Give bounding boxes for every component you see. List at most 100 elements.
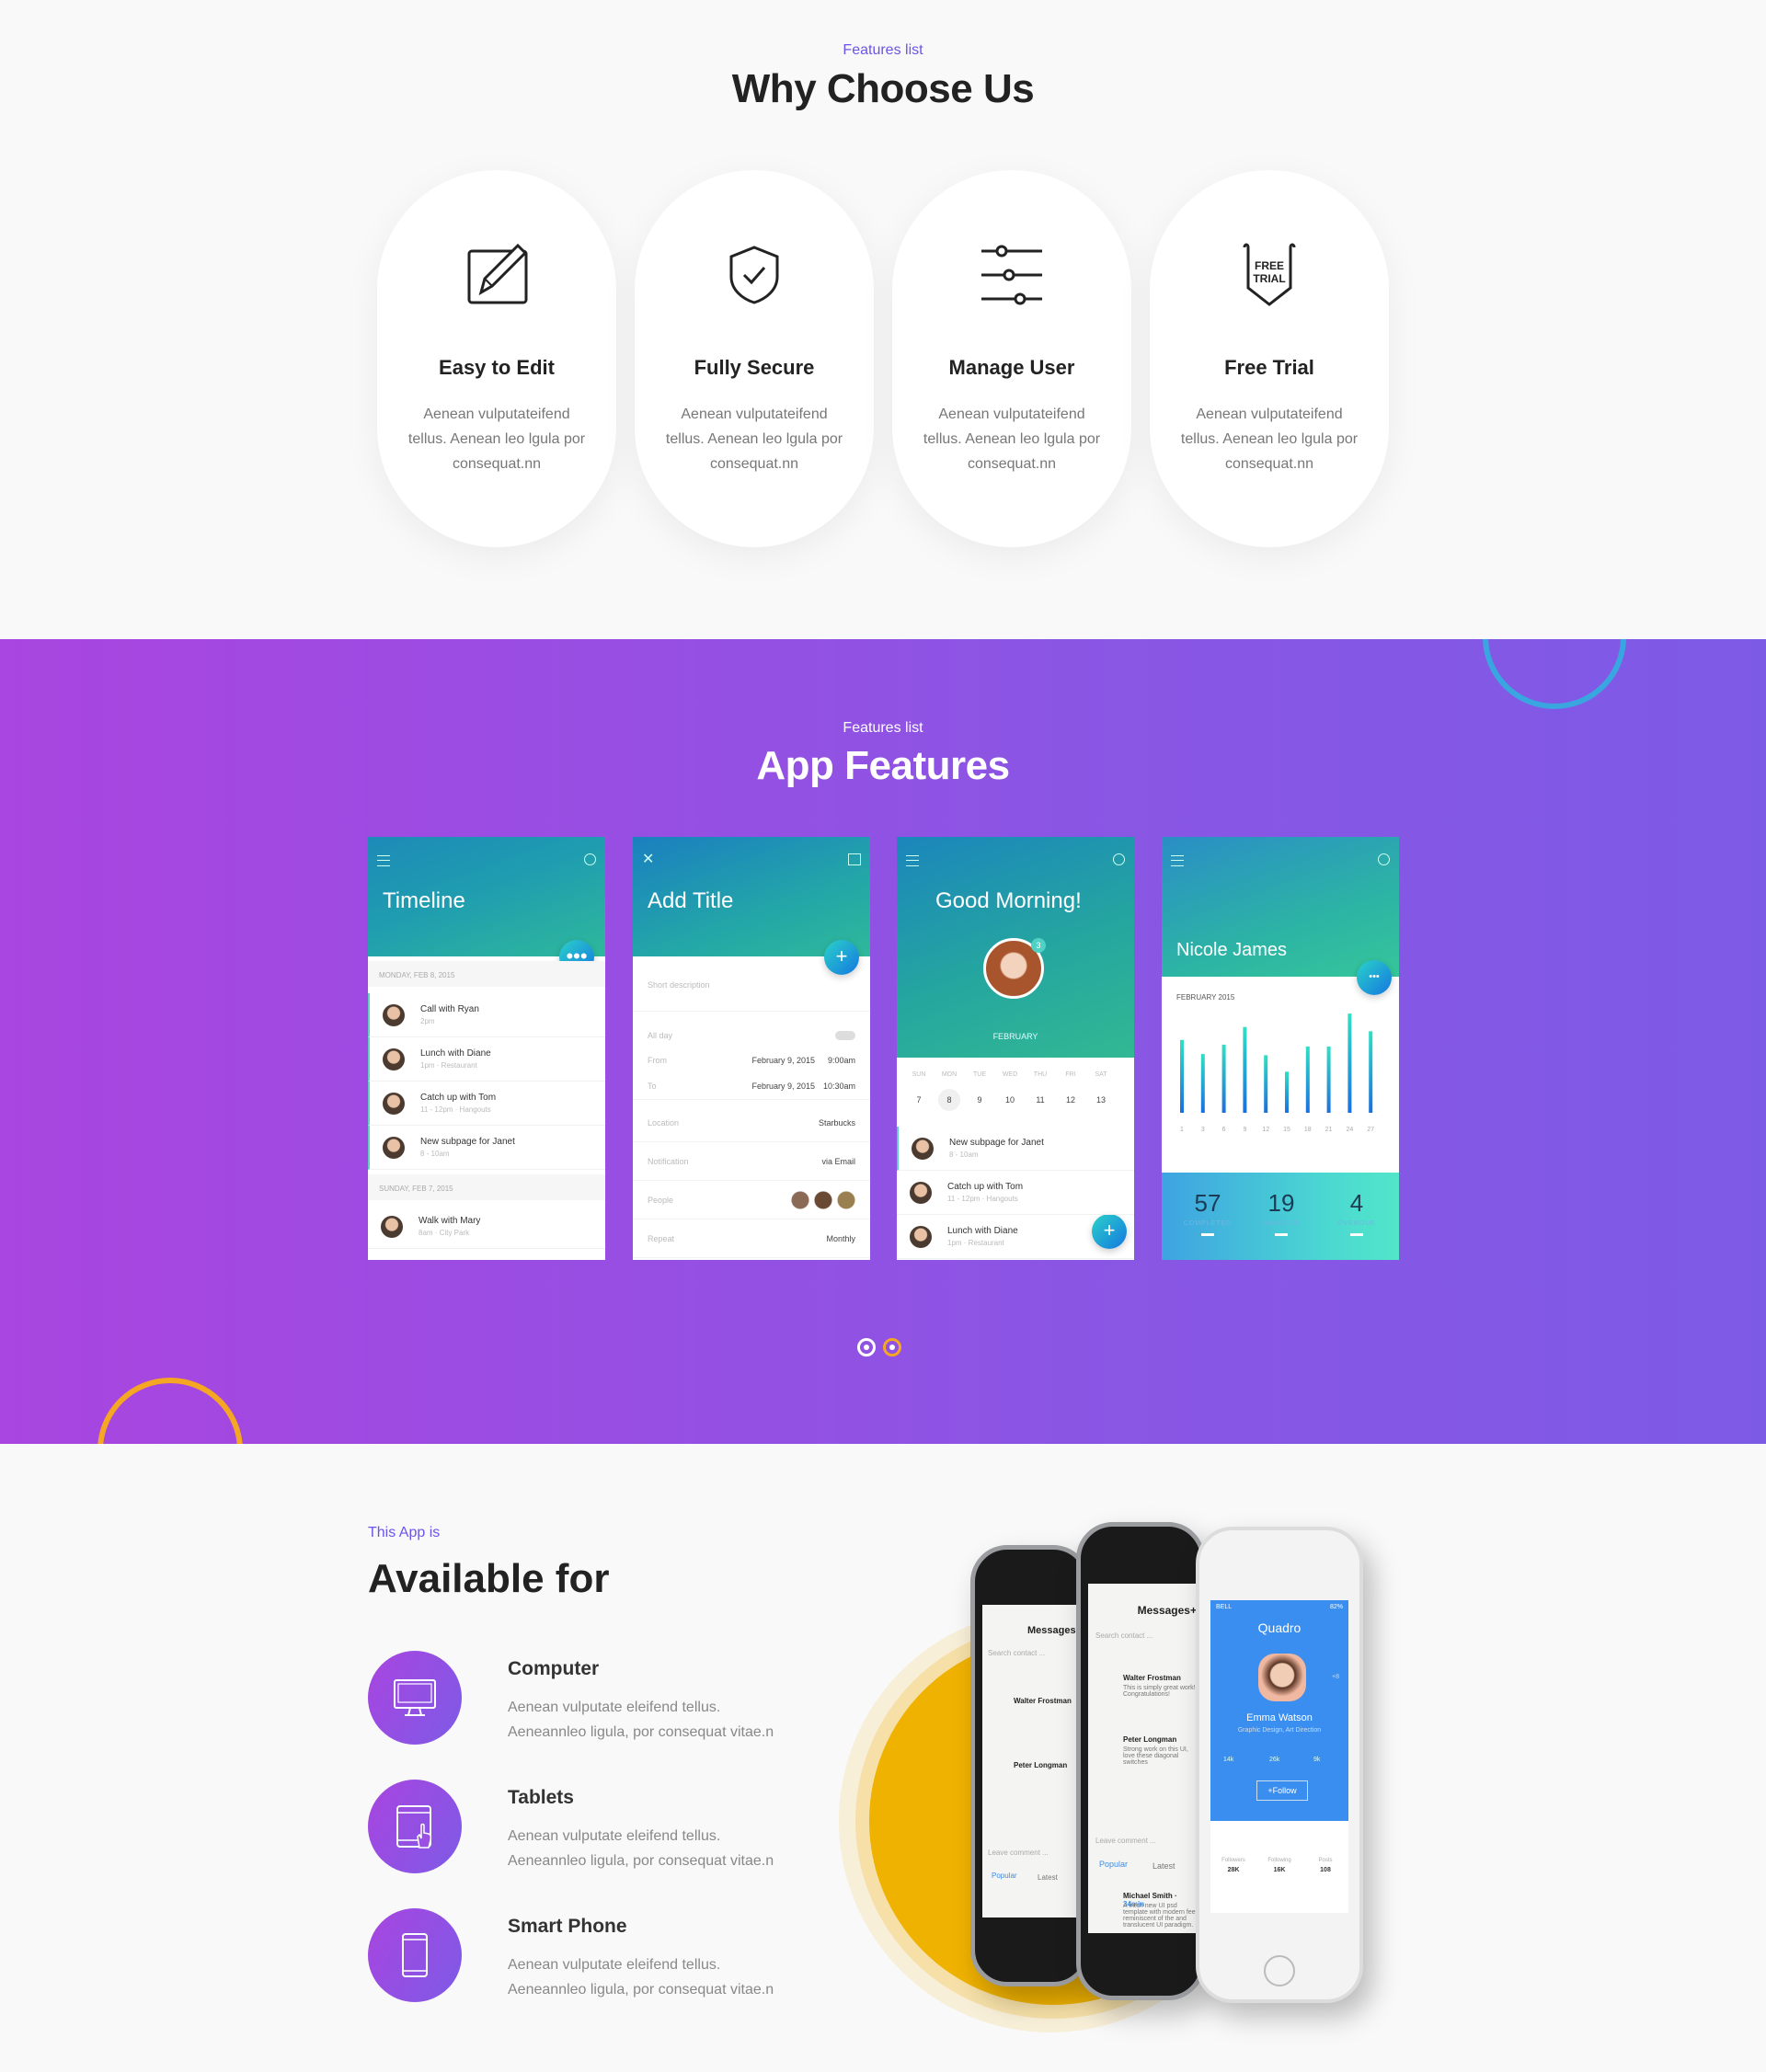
screenshot-calendar: Good Morning! 3 FEBRUARY + SUN 7 MON 8 TUE 9 W… bbox=[897, 837, 1134, 1260]
device-text: Aenean vulputate eleifend tellus. Aeneann… bbox=[508, 1828, 774, 1869]
svg-text:FREE: FREE bbox=[1255, 259, 1284, 272]
section-eyebrow: Features list bbox=[843, 720, 923, 736]
weekday-label: WED bbox=[1002, 1071, 1018, 1078]
screen-title: Timeline bbox=[383, 888, 465, 913]
menu-icon bbox=[1171, 855, 1184, 866]
section-eyebrow: This App is bbox=[368, 1525, 441, 1540]
day-label: SUNDAY, FEB 7, 2015 bbox=[368, 1174, 605, 1200]
screen-title: Good Morning! bbox=[935, 888, 1082, 913]
screenshot-stats: Nicole James ••• FEBRUARY 2015 1 3 6 9 12 15 1… bbox=[1162, 837, 1399, 1260]
screenshot-timeline: Timeline ••• MONDAY, FEB 8, 2015 SUNDAY,… bbox=[368, 837, 605, 1260]
tablet-touch-icon bbox=[396, 1805, 432, 1849]
image-icon bbox=[848, 853, 861, 865]
stats-panel: 57 COMPLETED 19 SNOOZED 4 OVERDUE bbox=[1162, 1173, 1399, 1260]
chart-bar bbox=[1347, 1013, 1352, 1113]
calendar-date[interactable]: 8 bbox=[938, 1089, 960, 1111]
weekday-label: TUE bbox=[973, 1071, 986, 1078]
feature-card-free-trial: FREE TRIAL Free Trial Aenean vulputateife… bbox=[1150, 170, 1389, 547]
section-title: Available for bbox=[368, 1556, 610, 1601]
chart-bar bbox=[1180, 1039, 1184, 1113]
bar-label: 12 bbox=[1262, 1127, 1269, 1133]
device-title: Smart Phone bbox=[508, 1916, 627, 1937]
list-item: Catch up with Tom 11 - 12pm · Hangouts bbox=[897, 1171, 1134, 1215]
calendar-date[interactable]: 10 bbox=[999, 1089, 1021, 1111]
screen-header: Timeline bbox=[368, 837, 605, 956]
list-item: Walk with Mary 8am · City Park bbox=[368, 1205, 605, 1249]
day-label: MONDAY, FEB 8, 2015 bbox=[368, 961, 605, 987]
month-selector: FEBRUARY 2015 bbox=[1176, 993, 1235, 1002]
calendar-date[interactable]: 13 bbox=[1090, 1089, 1112, 1111]
calendar-date[interactable]: 12 bbox=[1060, 1089, 1082, 1111]
bar-label: 6 bbox=[1222, 1127, 1226, 1133]
section-eyebrow: Features list bbox=[843, 42, 923, 58]
feature-card-manage-user: Manage User Aenean vulputateifend tellus… bbox=[892, 170, 1131, 547]
screenshot-add-title: ✕ Add Title + Short description All day … bbox=[633, 837, 870, 1260]
calendar-date[interactable]: 7 bbox=[908, 1089, 930, 1111]
chart-bar bbox=[1243, 1026, 1247, 1113]
home-button bbox=[1264, 1955, 1295, 1986]
weekday-label: THU bbox=[1033, 1071, 1048, 1078]
close-icon: ✕ bbox=[642, 852, 655, 867]
more-button: ••• bbox=[1357, 960, 1392, 995]
chart-bar bbox=[1200, 1054, 1205, 1113]
carousel-dot[interactable] bbox=[857, 1338, 876, 1357]
card-title: Free Trial bbox=[1224, 356, 1314, 379]
bar-label: 24 bbox=[1347, 1127, 1354, 1133]
app-title: Messages+ bbox=[1137, 1604, 1197, 1617]
search-icon bbox=[1378, 853, 1390, 865]
bar-label: 27 bbox=[1367, 1127, 1374, 1133]
chart-bar bbox=[1264, 1055, 1268, 1113]
decorative-circle bbox=[97, 1378, 243, 1444]
app-features-section: Features list App Features Timeline ••• … bbox=[0, 639, 1766, 1444]
field-label: Short description bbox=[648, 980, 710, 990]
device-title: Computer bbox=[508, 1658, 600, 1679]
stat-indicator bbox=[1350, 1233, 1363, 1236]
chart-bar bbox=[1305, 1046, 1310, 1113]
weekday-label: SUN bbox=[912, 1071, 926, 1078]
phone-mockup-profile: BELL 82% Quadro +8 Emma Watson Graphic D… bbox=[1196, 1527, 1363, 2003]
carousel-dot-active[interactable] bbox=[883, 1338, 901, 1357]
screen-header: Good Morning! 3 FEBRUARY bbox=[897, 837, 1134, 1058]
search-input: Search contact ... bbox=[1095, 1631, 1153, 1640]
phone-mockup-messages: Messages+ Search contact ... Walter Fros… bbox=[1076, 1522, 1205, 2000]
device-smart-phone: Smart Phone Aenean vulputate eleifend te… bbox=[368, 1908, 883, 2009]
profile-name: Nicole James bbox=[1176, 940, 1288, 960]
smartphone-icon bbox=[402, 1933, 428, 1977]
monitor-icon bbox=[394, 1679, 436, 1716]
why-choose-us-section: Features list Why Choose Us Easy to Edit… bbox=[0, 0, 1766, 639]
calendar-date[interactable]: 9 bbox=[969, 1089, 991, 1111]
app-title: Messages+ bbox=[1026, 1625, 1082, 1636]
menu-icon bbox=[906, 855, 919, 866]
card-text: Aenean vulputateifend tellus. Aenean leo… bbox=[1180, 406, 1359, 472]
field-label: All day bbox=[648, 1031, 673, 1040]
bar-label: 18 bbox=[1304, 1127, 1312, 1133]
free-trial-tag-icon: FREETRIAL bbox=[1243, 243, 1296, 306]
stat-value: 57 bbox=[1194, 1189, 1221, 1217]
bar-label: 9 bbox=[1243, 1127, 1246, 1133]
stat-label: COMPLETED bbox=[1183, 1220, 1233, 1227]
chart-bar bbox=[1285, 1071, 1289, 1113]
list-item: Lunch with Diane 1pm · Restaurant bbox=[897, 1215, 1134, 1259]
list-item: Catch up with Tom 11 - 12pm · Hangouts bbox=[368, 1082, 605, 1126]
phone-mockup-messages: Messages+ Search contact ... Walter Fros… bbox=[970, 1545, 1090, 1986]
chart-bar bbox=[1369, 1031, 1373, 1113]
stat-label: SNOOZED bbox=[1262, 1220, 1301, 1227]
weekday-label: SAT bbox=[1095, 1071, 1107, 1078]
search-input: Search contact ... bbox=[988, 1649, 1046, 1657]
feature-card-easy-to-edit: Easy to Edit Aenean vulputateifend tellu… bbox=[377, 170, 616, 547]
screen-title: Add Title bbox=[648, 888, 734, 913]
list-item: New subpage for Janet 8 - 10am bbox=[897, 1127, 1134, 1171]
notification-badge: 3 bbox=[1031, 938, 1046, 953]
bar-label: 3 bbox=[1201, 1127, 1205, 1133]
list-item: New subpage for Janet 8 - 10am bbox=[368, 1126, 605, 1170]
calendar-date[interactable]: 11 bbox=[1029, 1089, 1051, 1111]
available-for-section: This App is Available for Computer Aenea… bbox=[0, 1444, 1766, 2072]
weekday-label: MON bbox=[941, 1071, 958, 1078]
device-text: Aenean vulputate eleifend tellus. Aeneann… bbox=[508, 1700, 774, 1740]
card-title: Easy to Edit bbox=[439, 356, 555, 379]
search-icon bbox=[1113, 853, 1125, 865]
menu-icon bbox=[377, 855, 390, 866]
chart-bar bbox=[1326, 1046, 1331, 1113]
follow-button: +Follow bbox=[1256, 1780, 1308, 1801]
bar-chart: 1 3 6 9 12 15 18 21 24 27 bbox=[1180, 1013, 1374, 1133]
